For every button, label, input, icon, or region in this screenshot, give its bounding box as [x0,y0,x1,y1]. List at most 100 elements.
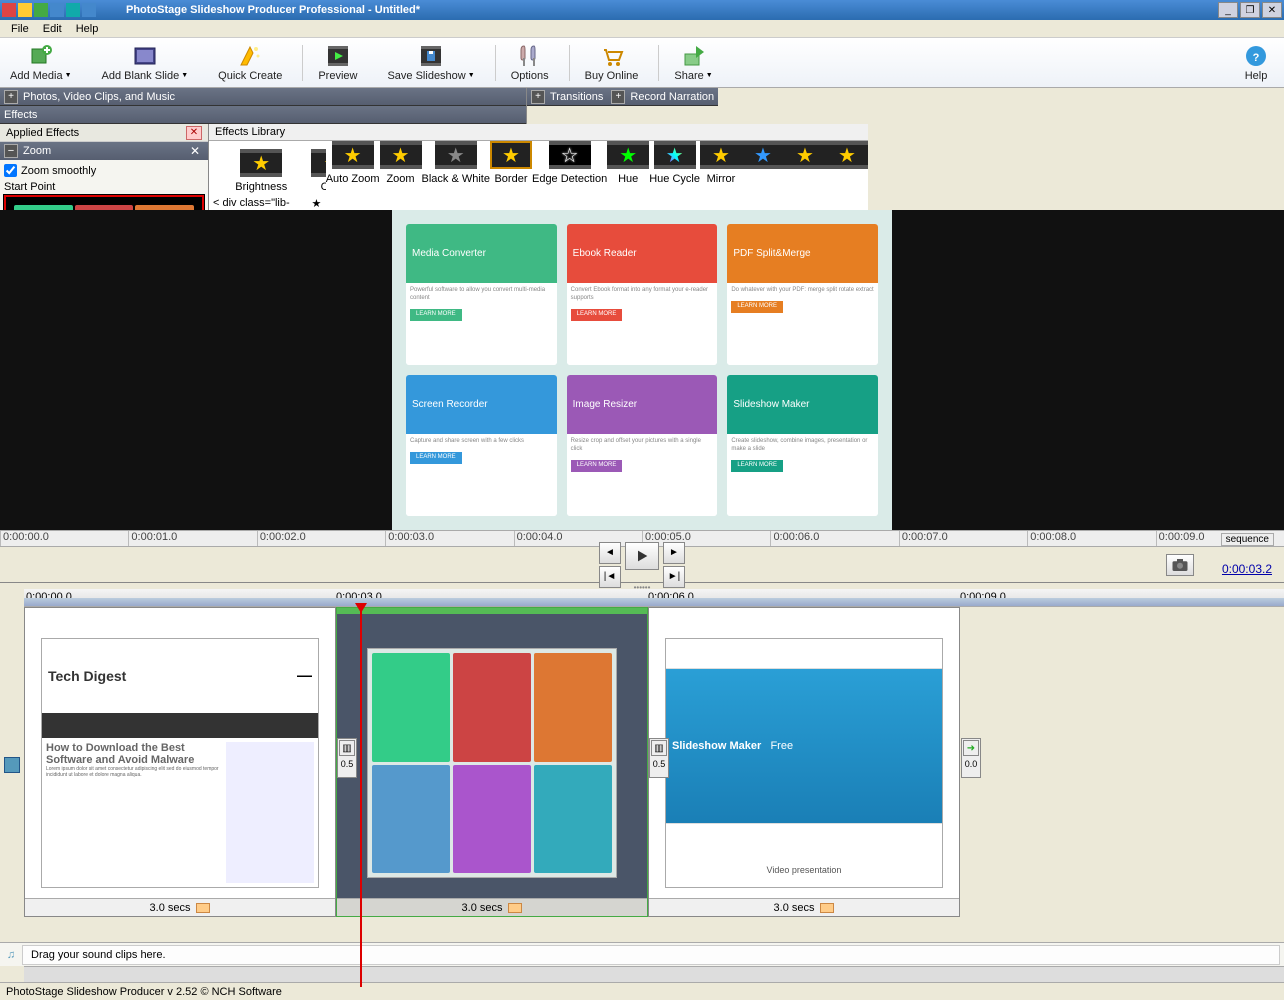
menu-help[interactable]: Help [69,21,106,37]
panel-record-narration[interactable]: + Record Narration [607,88,718,106]
effect-hue[interactable]: ★Hue [607,141,649,210]
menu-edit[interactable]: Edit [36,21,69,37]
snapshot-button[interactable] [1166,554,1194,576]
close-button[interactable]: ✕ [1262,2,1282,18]
collapse-icon[interactable]: − [4,144,18,158]
timeline: •••••• 0:00:00.0 0:00:03.0 0:00:06.0 0:0… [0,582,1284,982]
prev-frame-button[interactable]: ◄ [599,542,621,564]
preview-button[interactable]: Preview [318,44,357,82]
toolbar-label: Save Slideshow [387,70,465,82]
effect-black-white[interactable]: ★Black & White [422,141,490,210]
panel-transitions[interactable]: + Transitions [527,88,607,106]
transition-marker[interactable]: ▥0.5 [649,738,669,778]
zoom-smoothly-checkbox[interactable]: Zoom smoothly [4,164,204,177]
card-header: PDF Split&Merge [727,224,878,283]
expand-icon[interactable]: + [531,90,545,104]
preview-area: Media ConverterPowerful software to allo… [0,210,1284,530]
status-bar: PhotoStage Slideshow Producer v 2.52 © N… [0,982,1284,1000]
next-frame-button[interactable]: ► [663,542,685,564]
effect-hue-cycle[interactable]: ★Hue Cycle [649,141,700,210]
timeline-scrollbar[interactable] [24,966,1284,982]
toolbar-separator [495,45,496,81]
effect-item[interactable]: ★ [784,141,826,210]
slide-thumbnail [367,648,617,878]
panel-photos-video-clips[interactable]: + Photos, Video Clips, and Music [0,88,526,106]
zoom-effect-header[interactable]: − Zoom ✕ [0,142,208,160]
effect-border[interactable]: ★Border [490,141,532,210]
go-start-button[interactable]: |◄ [599,566,621,588]
effect-mirror[interactable]: ★Mirror [700,141,742,210]
transition-icon[interactable]: ▥ [339,740,355,756]
toolbar-label: Buy Online [585,70,639,82]
add-media-button[interactable]: Add Media▼ [10,44,72,82]
audio-track[interactable]: ♫ Drag your sound clips here. [0,942,1284,966]
transition-marker[interactable]: ➜0.0 [961,738,981,778]
timeline-track[interactable]: Tech Digest▬▬▬ How to Download the Best … [24,607,1284,942]
cart-icon [600,44,624,68]
start-point-thumbnail[interactable] [4,195,204,210]
quick-icons [2,3,96,17]
effect-crop[interactable]: ★Crop [311,149,325,193]
panel-label: Transitions [550,91,603,103]
menu-bar: File Edit Help [0,20,1284,38]
effect-item[interactable]: ★ [742,141,784,210]
quick-icon[interactable] [18,3,32,17]
add-blank-slide-button[interactable]: Add Blank Slide▼ [102,44,189,82]
toolbar-label: Preview [318,70,357,82]
duration-icon[interactable] [820,903,834,913]
panel-effects[interactable]: Effects [0,106,526,124]
quick-icon[interactable] [66,3,80,17]
card-header: Image Resizer [567,375,718,434]
effect-auto-zoom[interactable]: ★Auto Zoom [326,141,380,210]
transition-icon[interactable]: ➜ [963,740,979,756]
timeline-ruler[interactable]: 0:00:00.0 0:00:03.0 0:00:06.0 0:00:09.0 [24,589,1284,607]
playhead[interactable] [360,607,362,987]
toolbar-label: Add Media [10,70,63,82]
duration-icon[interactable] [196,903,210,913]
toolbar-label: Help [1245,70,1268,82]
transition-icon[interactable]: ▥ [651,740,667,756]
expand-icon[interactable]: + [4,90,18,104]
buy-online-button[interactable]: Buy Online [585,44,639,82]
start-point-label: Start Point [4,181,204,193]
toolbar: Add Media▼ Add Blank Slide▼ Quick Create… [0,38,1284,88]
checkbox-input[interactable] [4,164,17,177]
effect-brightness[interactable]: ★Brightness [213,149,309,193]
effect-item[interactable]: ★ [826,141,868,210]
quick-create-icon [238,44,262,68]
slide-duration: 3.0 secs [774,902,815,914]
close-icon[interactable]: ✕ [186,144,204,158]
save-slideshow-button[interactable]: Save Slideshow▼ [387,44,474,82]
delete-effect-button[interactable]: ✕ [186,126,202,140]
card-header: Ebook Reader [567,224,718,283]
audio-hint: Drag your sound clips here. [22,945,1280,965]
play-button[interactable] [625,542,659,570]
card-header: Screen Recorder [406,375,557,434]
duration-icon[interactable] [508,903,522,913]
help-button[interactable]: ? Help [1244,44,1268,82]
quick-create-button[interactable]: Quick Create [218,44,282,82]
share-button[interactable]: Share▼ [674,44,712,82]
timeline-slide-2[interactable]: 3.0 secs ▥0.5 [336,607,648,917]
menu-file[interactable]: File [4,21,36,37]
timecode[interactable]: 0:00:03.2 [1222,562,1272,576]
save-icon [419,44,443,68]
music-note-icon[interactable]: ♫ [0,944,22,966]
go-end-button[interactable]: ►| [663,566,685,588]
quick-icon[interactable] [2,3,16,17]
timeline-media-icon[interactable] [4,757,20,773]
options-button[interactable]: Options [511,44,549,82]
maximize-button[interactable]: ❐ [1240,2,1260,18]
slide-thumbnail: Tech Digest▬▬▬ How to Download the Best … [41,638,319,888]
transition-marker[interactable]: ▥0.5 [337,738,357,778]
quick-icon[interactable] [34,3,48,17]
timeline-slide-3[interactable]: Slideshow Maker Free Video presentation … [648,607,960,917]
minimize-button[interactable]: _ [1218,2,1238,18]
expand-icon[interactable]: + [611,90,625,104]
quick-icon[interactable] [50,3,64,17]
timeline-slide-1[interactable]: Tech Digest▬▬▬ How to Download the Best … [24,607,336,917]
effect-edge-detection[interactable]: ☆Edge Detection [532,141,607,210]
applied-effects-label: Applied Effects [6,127,79,139]
effect-zoom[interactable]: ★Zoom [380,141,422,210]
quick-icon[interactable] [82,3,96,17]
